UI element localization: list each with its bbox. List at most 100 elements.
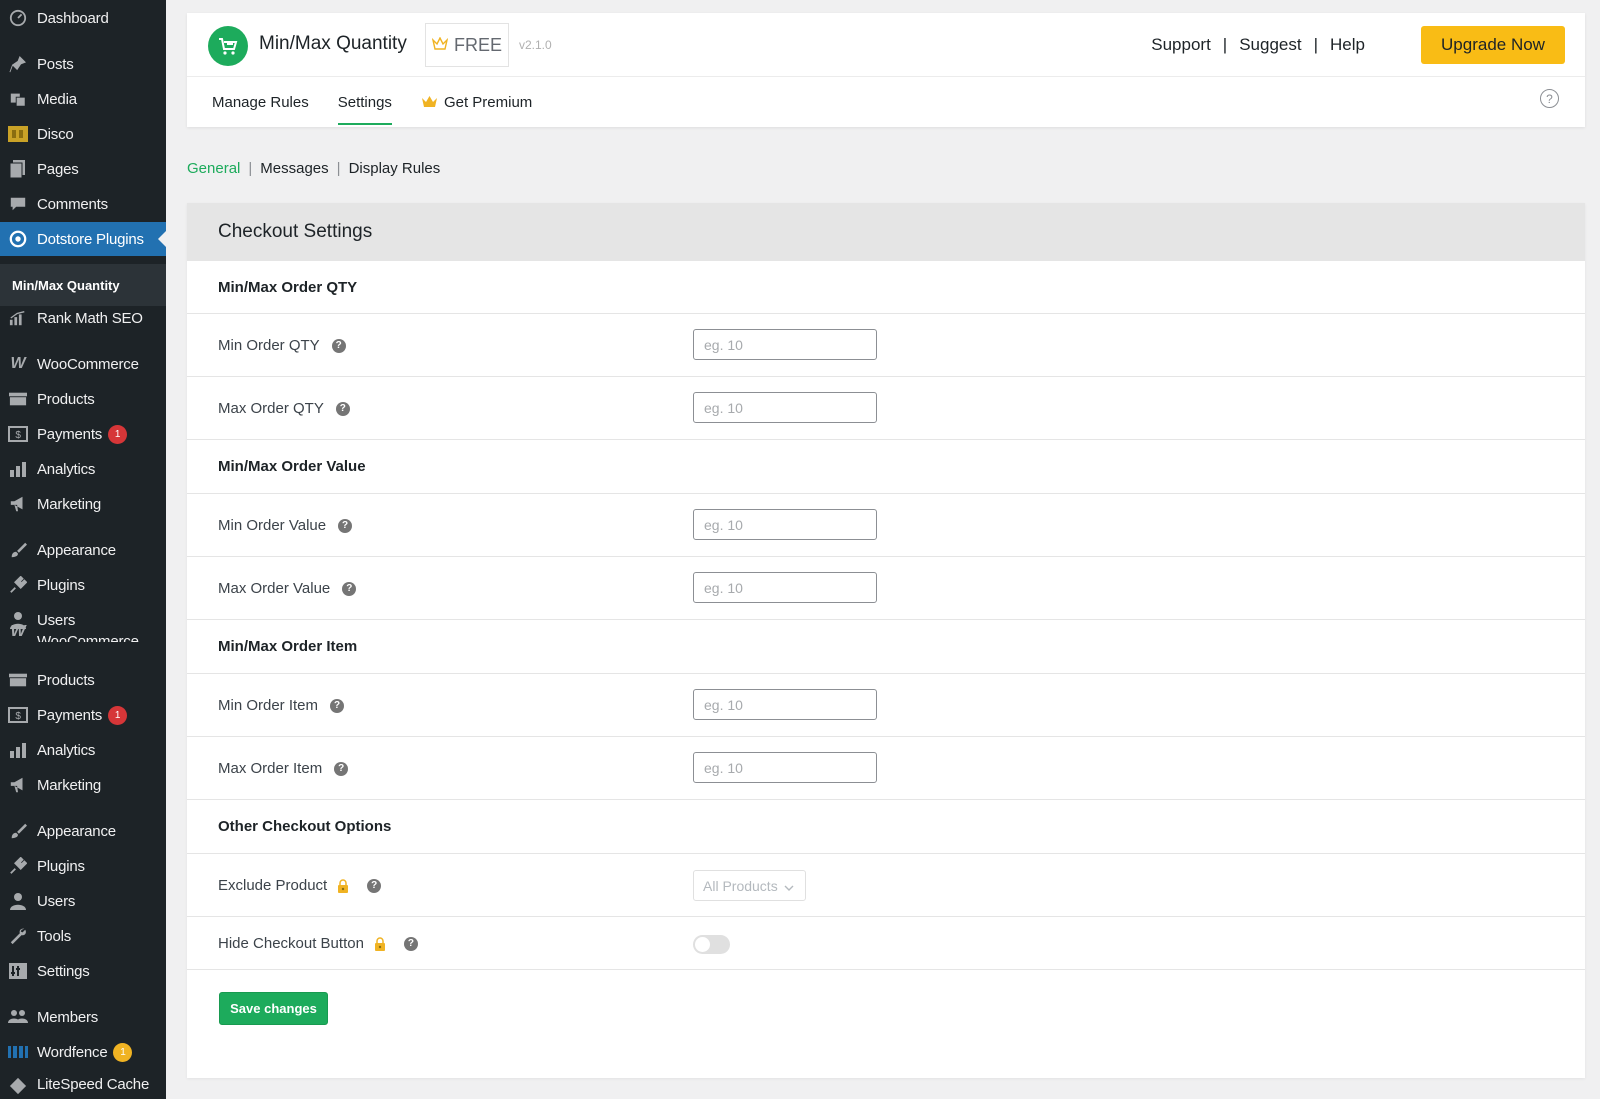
section-header-row: Min/Max Order Value	[187, 439, 1585, 493]
sidebar-item-settings[interactable]: Settings	[0, 954, 166, 988]
sidebar-item-appearance-2[interactable]: Appearance	[0, 814, 166, 848]
section-title: Other Checkout Options	[218, 818, 392, 835]
exclude-product-select[interactable]: All Products	[693, 870, 806, 901]
sidebar-item-label: Dashboard	[37, 9, 109, 27]
sidebar-item-tools[interactable]: Tools	[0, 919, 166, 953]
question-icon[interactable]: ?	[335, 401, 350, 416]
sidebar-item-label: Appearance	[37, 822, 116, 840]
help-link[interactable]: Help	[1330, 35, 1365, 55]
plugin-logo-icon	[208, 26, 248, 66]
notification-badge: 1	[108, 705, 128, 725]
megaphone-icon	[8, 494, 28, 514]
sidebar-item-rank-math[interactable]: Rank Math SEO	[0, 301, 166, 335]
question-icon[interactable]: ?	[330, 698, 345, 713]
max-order-qty-input[interactable]	[693, 392, 877, 423]
field-row: Max Order Value ?	[187, 556, 1585, 619]
sidebar-item-products-2[interactable]: Products	[0, 663, 166, 697]
sidebar-item-disco[interactable]: Disco	[0, 117, 166, 151]
sidebar-item-pages[interactable]: Pages	[0, 152, 166, 186]
litespeed-icon	[8, 1076, 28, 1096]
tab-manage-rules[interactable]: Manage Rules	[212, 77, 309, 127]
sidebar-item-label: LiteSpeed Cache	[37, 1076, 150, 1093]
sidebar-item-marketing-2[interactable]: Marketing	[0, 768, 166, 802]
subnav-messages[interactable]: Messages	[260, 160, 328, 177]
question-icon[interactable]: ?	[331, 338, 346, 353]
crown-icon	[421, 95, 438, 109]
support-link[interactable]: Support	[1151, 35, 1211, 55]
sidebar-item-woocommerce-2[interactable]: W WooCommerce	[0, 620, 166, 642]
field-label-text: Min Order QTY	[218, 337, 320, 354]
sidebar-item-analytics[interactable]: Analytics	[0, 452, 166, 486]
sidebar-item-analytics-2[interactable]: Analytics	[0, 733, 166, 767]
sidebar-item-label: Appearance	[37, 541, 116, 559]
tab-settings[interactable]: Settings	[337, 77, 393, 127]
sidebar-item-payments-2[interactable]: $ Payments 1	[0, 698, 166, 732]
sidebar-item-label: Pages	[37, 160, 79, 178]
sidebar-item-media[interactable]: Media	[0, 82, 166, 116]
field-row: Min Order Value ?	[187, 493, 1585, 556]
payments-icon: $	[8, 705, 28, 725]
subnav-display-rules[interactable]: Display Rules	[349, 160, 441, 177]
max-order-item-input[interactable]	[693, 752, 877, 783]
sidebar-item-posts[interactable]: Posts	[0, 47, 166, 81]
sidebar-item-label: WooCommerce	[37, 355, 139, 373]
sidebar-item-plugins[interactable]: Plugins	[0, 568, 166, 602]
sidebar-item-products[interactable]: Products	[0, 382, 166, 416]
sidebar-item-label: Products	[37, 671, 95, 689]
hide-checkout-toggle[interactable]	[693, 935, 730, 954]
sidebar-item-comments[interactable]: Comments	[0, 187, 166, 221]
section-header-row: Other Checkout Options	[187, 799, 1585, 853]
sidebar-item-members[interactable]: Members	[0, 1000, 166, 1034]
checkout-settings-card: Checkout Settings Min/Max Order QTY Min …	[187, 203, 1585, 1078]
sidebar-item-payments[interactable]: $ Payments 1	[0, 417, 166, 451]
plugin-version: v2.1.0	[519, 38, 552, 52]
sidebar-item-label: Analytics	[37, 741, 96, 759]
woo-icon: W	[10, 355, 26, 372]
sidebar-item-users-2[interactable]: Users	[0, 884, 166, 918]
tab-get-premium[interactable]: Get Premium	[421, 77, 532, 127]
brush-icon	[8, 821, 28, 841]
woo-icon: W	[10, 623, 26, 640]
sidebar-item-dashboard[interactable]: Dashboard	[0, 1, 166, 35]
save-changes-button[interactable]: Save changes	[219, 992, 328, 1025]
analytics-icon	[8, 459, 28, 479]
sidebar-item-appearance[interactable]: Appearance	[0, 533, 166, 567]
analytics-icon	[8, 740, 28, 760]
sidebar-item-wordfence[interactable]: Wordfence 1	[0, 1035, 166, 1069]
plugin-tabs: Manage Rules Settings Get Premium	[212, 77, 561, 127]
field-row: Min Order QTY ?	[187, 313, 1585, 376]
sidebar-item-woocommerce[interactable]: W WooCommerce	[0, 347, 166, 381]
header-top-bar: Min/Max Quantity FREE v2.1.0 Support | S…	[187, 13, 1585, 77]
sidebar-item-litespeed-cache[interactable]: LiteSpeed Cache	[0, 1076, 166, 1099]
comments-icon	[8, 194, 28, 214]
max-order-value-input[interactable]	[693, 572, 877, 603]
chevron-down-icon	[784, 878, 794, 894]
question-icon[interactable]: ?	[334, 761, 349, 776]
min-order-value-input[interactable]	[693, 509, 877, 540]
question-icon[interactable]: ?	[338, 518, 353, 533]
help-circle-icon[interactable]: ?	[1540, 89, 1559, 108]
question-icon[interactable]: ?	[367, 878, 382, 893]
min-order-qty-input[interactable]	[693, 329, 877, 360]
sidebar-item-label: Media	[37, 90, 77, 108]
min-order-item-input[interactable]	[693, 689, 877, 720]
question-icon[interactable]: ?	[342, 581, 357, 596]
sidebar-item-plugins-2[interactable]: Plugins	[0, 849, 166, 883]
question-icon[interactable]: ?	[403, 936, 418, 951]
sidebar-item-dotstore-plugins[interactable]: Dotstore Plugins	[0, 222, 166, 256]
media-icon	[8, 89, 28, 109]
free-label: FREE	[453, 34, 502, 55]
sidebar-item-label: Plugins	[37, 576, 85, 594]
wrench-icon	[8, 926, 28, 946]
field-label: Min Order Value ?	[218, 517, 353, 534]
chart-icon	[8, 308, 28, 328]
upgrade-now-button[interactable]: Upgrade Now	[1421, 26, 1565, 64]
suggest-link[interactable]: Suggest	[1239, 35, 1301, 55]
field-row: Max Order QTY ?	[187, 376, 1585, 439]
field-label: Exclude Product ?	[218, 877, 382, 894]
field-label-text: Hide Checkout Button	[218, 935, 364, 952]
sidebar-subitem-min-max-quantity[interactable]: Min/Max Quantity	[0, 264, 166, 306]
tab-label: Manage Rules	[212, 93, 309, 111]
sidebar-item-marketing[interactable]: Marketing	[0, 487, 166, 521]
subnav-general[interactable]: General	[187, 160, 240, 177]
